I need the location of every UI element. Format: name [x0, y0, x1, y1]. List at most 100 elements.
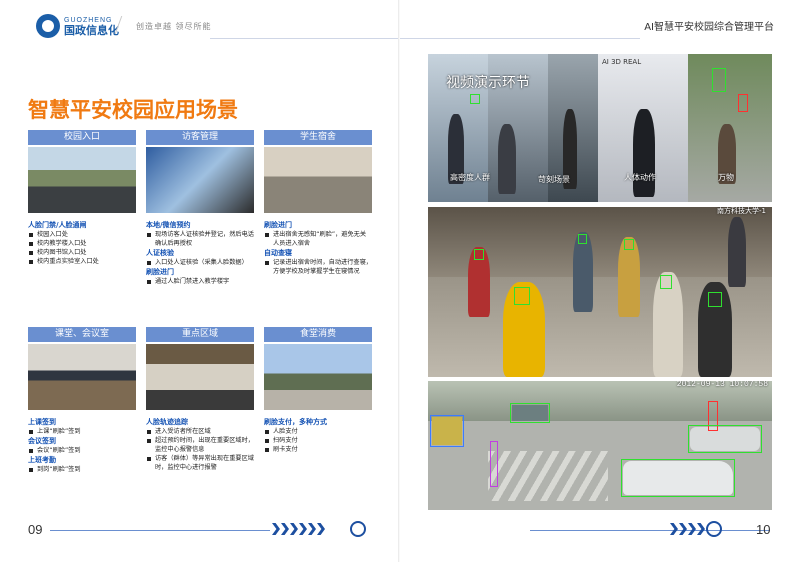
logo-mark-icon [36, 14, 60, 38]
list-item-text: 上课“刷脸”签到 [37, 428, 81, 435]
bullet-square-icon [29, 448, 33, 453]
list-item: 进入受访者所在区域 [146, 427, 254, 436]
list-item: 人脸支付 [264, 427, 372, 436]
card-header: 食堂消费 [264, 327, 372, 342]
video-label-harsh-scene: 苛刻场景 [538, 175, 570, 184]
card-header: 重点区域 [146, 327, 254, 342]
brand-logo: GUOZHENG 国政信息化 [36, 14, 119, 38]
bullet-square-icon [147, 456, 151, 461]
list-item: 超过预约时间，出现在重要区域时，监控中心报警信息 [146, 436, 254, 454]
list-item-text: 扫码支付 [273, 437, 298, 444]
brand-chinese-name: 国政信息化 [64, 23, 119, 37]
list-item-text: 通过人脸门禁进入教学楼字 [155, 278, 230, 285]
face-box [578, 234, 587, 244]
list-item-text: 超过预约时间，出现在重要区域时，监控中心报警信息 [155, 437, 254, 453]
header-rule [210, 38, 400, 39]
face-box [624, 239, 634, 250]
vehicle-box [621, 459, 735, 497]
scenario-card: 校园入口人脸门禁/人脸通闸校园入口处校内教学楼入口处 校内图书馆入口处 校内重点实验… [28, 130, 136, 266]
vehicle-box [510, 403, 550, 423]
bullet-square-icon [265, 438, 269, 443]
card-photo [146, 344, 254, 410]
list-item: 校内教学楼入口处 [28, 239, 136, 248]
bullet-square-icon [29, 467, 33, 472]
emblem-icon [350, 521, 366, 537]
scenario-card: 学生宿舍 刷脸进门 进出宿舍无感知“刷脸”，避免无关人员进入宿舍 自动查寝 记录进出宿舍… [264, 130, 372, 276]
section-heading: 会议签到 [28, 437, 56, 445]
list-item: 通过人脸门禁进入教学楼字 [146, 277, 254, 286]
list-item: 访客（群体）等异常出现在重要区域时，监控中心进行报警 [146, 454, 254, 472]
bullet-square-icon [147, 438, 151, 443]
card-body: 刷脸支付，多种方式 人脸支付 扫码支付 刷卡支付 [264, 417, 372, 454]
section-heading: 刷脸支付，多种方式 [264, 418, 327, 426]
card-body: 人脸轨迹追踪进入受访者所在区域超过预约时间，出现在重要区域时，监控中心报警信息访… [146, 417, 254, 472]
scenario-card: 重点区域人脸轨迹追踪进入受访者所在区域超过预约时间，出现在重要区域时，监控中心报… [146, 327, 254, 472]
bullet-square-icon [29, 259, 33, 264]
card-photo [146, 147, 254, 213]
page-number: 10 [756, 522, 771, 537]
card-header: 课堂、会议室 [28, 327, 136, 342]
list-item-text: 校园入口处 [37, 231, 68, 238]
bullet-square-icon [147, 260, 151, 265]
section-heading: 刷脸进门 [146, 268, 174, 276]
list-item: 记录进出宿舍时间，自动进行查寝，方便学校及时掌握学生在寝情况 [264, 258, 372, 276]
face-box [708, 292, 722, 307]
page-number: 09 [28, 522, 43, 537]
card-body: 本地/微信预约 现场访客人证核验并登记，然后电话确认后再授权 人证核验 入口处人证核验… [146, 220, 254, 286]
right-page: AI智慧平安校园综合管理平台 AI 3D REAL 视频演示环节 高密度人群 苛… [400, 0, 800, 562]
face-box [660, 275, 672, 289]
list-item: 现场访客人证核验并登记，然后电话确认后再授权 [146, 230, 254, 248]
list-item: 校内图书馆入口处 [28, 248, 136, 257]
card-photo [264, 147, 372, 213]
emblem-icon [706, 521, 722, 537]
card-photo [28, 147, 136, 213]
video-caption: 南方科技大学-1 [717, 207, 766, 215]
bullet-square-icon [265, 447, 269, 452]
bullet-square-icon [265, 429, 269, 434]
bullet-square-icon [29, 429, 33, 434]
video-panel-traffic: 2012-09-13 10:07:58 [428, 381, 772, 510]
person-box [490, 441, 498, 487]
chevron-right-icon [670, 523, 678, 535]
card-header: 校园入口 [28, 130, 136, 145]
list-item: 进出宿舍无感知“刷脸”，避免无关人员进入宿舍 [264, 230, 372, 248]
list-item-text: 现场访客人证核验并登记，然后电话确认后再授权 [155, 231, 254, 247]
list-item-text: 校内教学楼入口处 [37, 240, 87, 247]
bullet-square-icon [29, 250, 33, 255]
platform-title: AI智慧平安校园综合管理平台 [644, 22, 774, 33]
card-header: 访客管理 [146, 130, 254, 145]
face-box [474, 249, 484, 260]
chevron-right-icon [308, 523, 316, 535]
scenario-card: 课堂、会议室 上课签到 上课“刷脸”签到 会议签到 会议“刷脸”签到 上班考勤 到岗“刷脸”… [28, 327, 136, 474]
card-photo [264, 344, 372, 410]
bullet-square-icon [147, 429, 151, 434]
card-body: 刷脸进门 进出宿舍无感知“刷脸”，避免无关人员进入宿舍 自动查寝 记录进出宿舍时间，自… [264, 220, 372, 276]
section-heading: 上课签到 [28, 418, 56, 426]
video-label-dense-crowd: 高密度人群 [450, 173, 490, 182]
list-item: 校园入口处 [28, 230, 136, 239]
section-heading: 本地/微信预约 [146, 221, 191, 229]
list-item-text: 到岗“刷脸”签到 [37, 466, 81, 473]
footer-chevrons [272, 523, 326, 535]
section-heading: 刷脸进门 [264, 221, 292, 229]
bullet-square-icon [29, 241, 33, 246]
footer-rule [530, 530, 770, 531]
section-heading: 人脸轨迹追踪 [146, 418, 188, 426]
left-page: GUOZHENG 国政信息化 创造卓越 领尽所能 智慧平安校园应用场景 校园入口… [0, 0, 400, 562]
bullet-square-icon [147, 279, 151, 284]
video-label-body-action: 人体动作 [624, 173, 656, 182]
list-item-text: 进入受访者所在区域 [155, 428, 211, 435]
bullet-square-icon [29, 232, 33, 237]
list-item-text: 人脸支付 [273, 428, 298, 435]
card-photo [28, 344, 136, 410]
chevron-right-icon [272, 523, 280, 535]
detection-box [470, 94, 480, 104]
scenario-card: 食堂消费 刷脸支付，多种方式 人脸支付 扫码支付 刷卡支付 [264, 327, 372, 454]
section-heading: 人脸门禁/人脸通闸 [28, 221, 87, 229]
list-item-text: 访客（群体）等异常出现在重要区域时，监控中心进行报警 [155, 455, 254, 471]
list-item-text: 校内重点实验室入口处 [37, 258, 99, 265]
footer-chevrons [670, 523, 706, 535]
section-heading: 人证核验 [146, 249, 174, 257]
card-body: 人脸门禁/人脸通闸校园入口处校内教学楼入口处 校内图书馆入口处 校内重点实验室入口处 [28, 220, 136, 266]
face-box [514, 287, 530, 305]
